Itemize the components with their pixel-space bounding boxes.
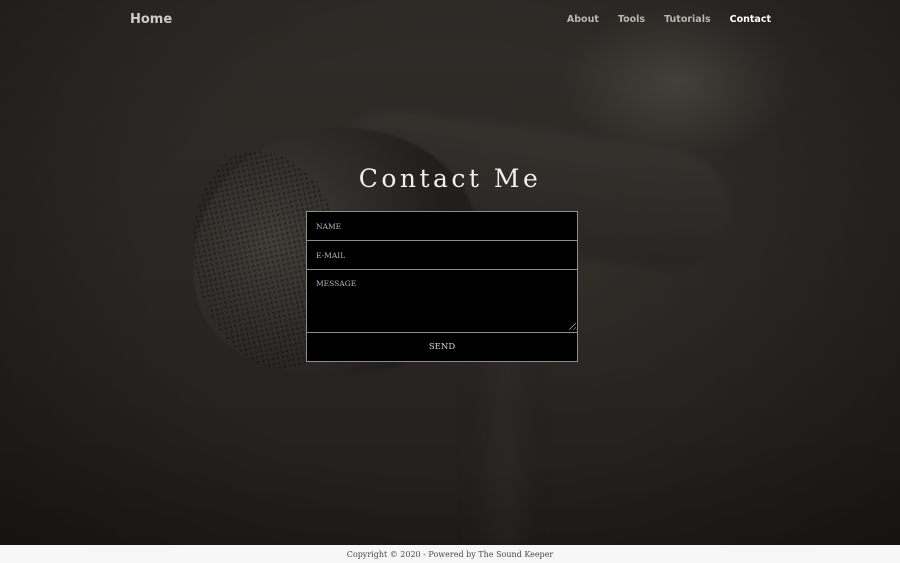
- name-input[interactable]: [306, 211, 578, 241]
- nav-link-contact[interactable]: Contact: [730, 14, 771, 25]
- copyright-text: Copyright © 2020 - Powered by The Sound …: [346, 550, 554, 559]
- email-input[interactable]: [306, 240, 578, 270]
- nav-links: About Tools Tutorials Contact: [548, 14, 771, 25]
- nav-link-about[interactable]: About: [567, 14, 599, 25]
- message-textarea[interactable]: [306, 269, 578, 333]
- navbar: Home About Tools Tutorials Contact: [0, 0, 900, 42]
- page-title: Contact Me: [358, 164, 542, 193]
- send-button[interactable]: SEND: [306, 332, 578, 362]
- nav-link-tools[interactable]: Tools: [618, 14, 645, 25]
- page: Home About Tools Tutorials Contact Conta…: [0, 0, 900, 563]
- footer: Copyright © 2020 - Powered by The Sound …: [0, 545, 900, 563]
- nav-link-tutorials[interactable]: Tutorials: [664, 14, 711, 25]
- resize-grip-icon[interactable]: [569, 323, 576, 330]
- home-link[interactable]: Home: [130, 12, 172, 27]
- contact-form: SEND: [306, 211, 578, 362]
